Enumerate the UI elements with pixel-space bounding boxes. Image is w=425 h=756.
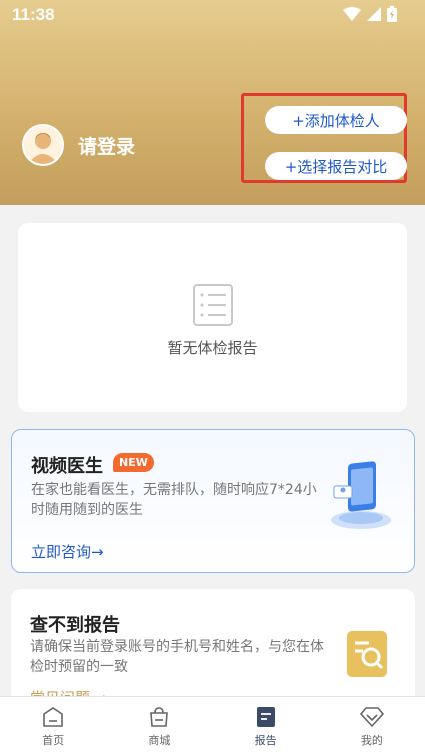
report-missing-title: 查不到报告 [30,615,120,636]
diamond-icon [359,707,384,728]
report-list-icon [193,284,233,326]
signal-icon [367,7,381,21]
tab-label: 商城 [148,734,171,747]
video-phone-illustration [331,461,391,529]
video-doctor-desc: 在家也能看医生，无需排队，随时响应7*24小时随用随到的医生 [31,482,317,518]
status-time: 11:38 [12,5,55,24]
new-badge: NEW [113,453,154,472]
user-avatar-icon [28,133,58,164]
consult-now-link[interactable]: 立即咨询→ [31,541,104,562]
status-bar: 11:38 [0,0,425,30]
tab-mine[interactable]: 我的 [319,697,425,756]
video-doctor-card[interactable]: 视频医生 NEW 在家也能看医生，无需排队，随时响应7*24小时随用随到的医生 … [11,429,415,573]
header-banner: 11:38 请登录 +添加体检人 +选择报告对比 [0,0,425,205]
tab-label: 我的 [360,734,383,747]
avatar[interactable] [22,124,64,166]
video-doctor-title: 视频医生 [31,456,103,477]
tab-home[interactable]: 首页 [0,697,106,756]
compare-report-button[interactable]: +选择报告对比 [265,152,407,180]
tab-label: 报告 [254,734,277,747]
tab-label: 首页 [42,734,65,747]
login-link[interactable]: 请登录 [78,132,135,159]
bottom-tab-bar: 首页 商城 报告 我的 [0,696,425,756]
battery-icon [387,6,397,22]
tab-report[interactable]: 报告 [213,697,319,756]
empty-report-text: 暂无体检报告 [167,339,258,357]
status-icons [343,6,397,22]
tab-mall[interactable]: 商城 [106,697,212,756]
add-examinee-button[interactable]: +添加体检人 [265,106,407,134]
report-icon [256,707,275,727]
home-icon [43,707,63,727]
wifi-icon [343,7,361,21]
empty-report-card: 暂无体检报告 [18,223,407,412]
shopping-bag-icon [150,707,169,727]
report-missing-desc: 请确保当前登录账号的手机号和姓名，与您在体检时预留的一致 [30,639,324,675]
report-search-icon [347,631,387,677]
